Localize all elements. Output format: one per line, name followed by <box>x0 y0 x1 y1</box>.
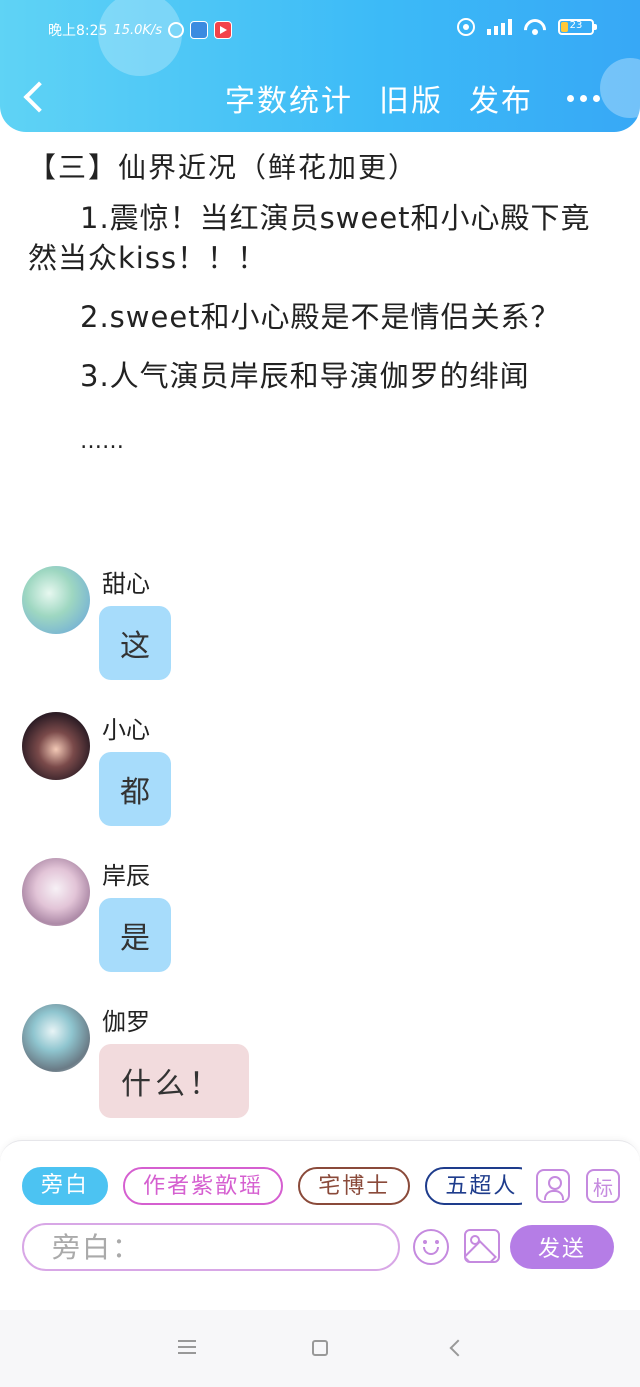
battery-level: 23 <box>569 20 583 31</box>
wifi-icon <box>524 19 546 35</box>
send-button[interactable]: 发送 <box>510 1225 614 1269</box>
system-back-icon[interactable] <box>449 1339 467 1357</box>
message-input[interactable] <box>22 1223 400 1271</box>
sender-name: 甜心 <box>102 570 150 598</box>
app-notification-icon <box>190 21 209 39</box>
ellipsis-text: …… <box>80 429 124 454</box>
system-nav-bar <box>0 1310 640 1387</box>
status-net-speed: 15.0K/s <box>113 22 163 38</box>
more-options-icon[interactable] <box>559 94 600 102</box>
message-bubble[interactable]: 这 <box>99 606 171 680</box>
hotspot-icon <box>457 18 475 36</box>
character-manage-icon[interactable] <box>536 1169 570 1203</box>
chip-character[interactable]: 五超人 <box>425 1167 522 1205</box>
emoji-icon[interactable] <box>413 1229 449 1265</box>
chapter-title: 【三】仙界近况（鲜花加更） <box>28 151 419 184</box>
image-icon[interactable] <box>464 1229 500 1263</box>
status-bar: 晚上8:25 15.0K/s 23 <box>0 0 640 60</box>
sender-name: 伽罗 <box>102 1008 150 1036</box>
sender-name: 岸辰 <box>102 862 150 890</box>
chip-author[interactable]: 作者紫歆瑶 <box>123 1167 284 1205</box>
publish-button[interactable]: 发布 <box>469 76 533 120</box>
chip-character[interactable]: 宅博士 <box>298 1167 411 1205</box>
word-count-button[interactable]: 字数统计 <box>225 76 353 120</box>
alarm-icon <box>168 22 185 38</box>
avatar[interactable] <box>22 1004 90 1072</box>
message-bubble[interactable]: 都 <box>99 752 171 826</box>
battery-icon: 23 <box>558 19 597 35</box>
video-app-icon <box>214 21 233 39</box>
paragraph: 3.人气演员岸辰和导演伽罗的绯闻 <box>80 359 530 393</box>
avatar[interactable] <box>22 858 90 926</box>
message-bubble[interactable]: 是 <box>99 898 171 972</box>
home-icon[interactable] <box>312 1340 328 1356</box>
sender-name: 小心 <box>102 716 150 744</box>
recent-apps-icon[interactable] <box>178 1340 196 1354</box>
mark-button[interactable]: 标 <box>586 1169 620 1203</box>
avatar[interactable] <box>22 712 90 780</box>
top-header: 晚上8:25 15.0K/s 23 字数统计 旧版 发布 <box>0 0 640 132</box>
character-chip-row[interactable]: 旁白 作者紫歆瑶 宅博士 五超人 <box>22 1167 522 1209</box>
chapter-content: 【三】仙界近况（鲜花加更） 1.震惊！当红演员sweet和小心殿下竟然当众kis… <box>28 146 612 481</box>
message-bubble[interactable]: 什么！ <box>99 1044 249 1118</box>
back-arrow-icon[interactable] <box>18 80 52 116</box>
paragraph: 2.sweet和小心殿是不是情侣关系？ <box>80 300 561 334</box>
signal-icon <box>487 19 512 35</box>
avatar[interactable] <box>22 566 90 634</box>
old-version-button[interactable]: 旧版 <box>379 76 443 120</box>
paragraph: 1.震惊！当红演员sweet和小心殿下竟然当众kiss！！！ <box>28 201 591 275</box>
composer-panel: 旁白 作者紫歆瑶 宅博士 五超人 标 发送 <box>0 1140 640 1311</box>
status-time: 晚上8:25 <box>48 23 108 39</box>
chip-narration[interactable]: 旁白 <box>22 1167 109 1205</box>
decor-bubble <box>600 58 640 118</box>
